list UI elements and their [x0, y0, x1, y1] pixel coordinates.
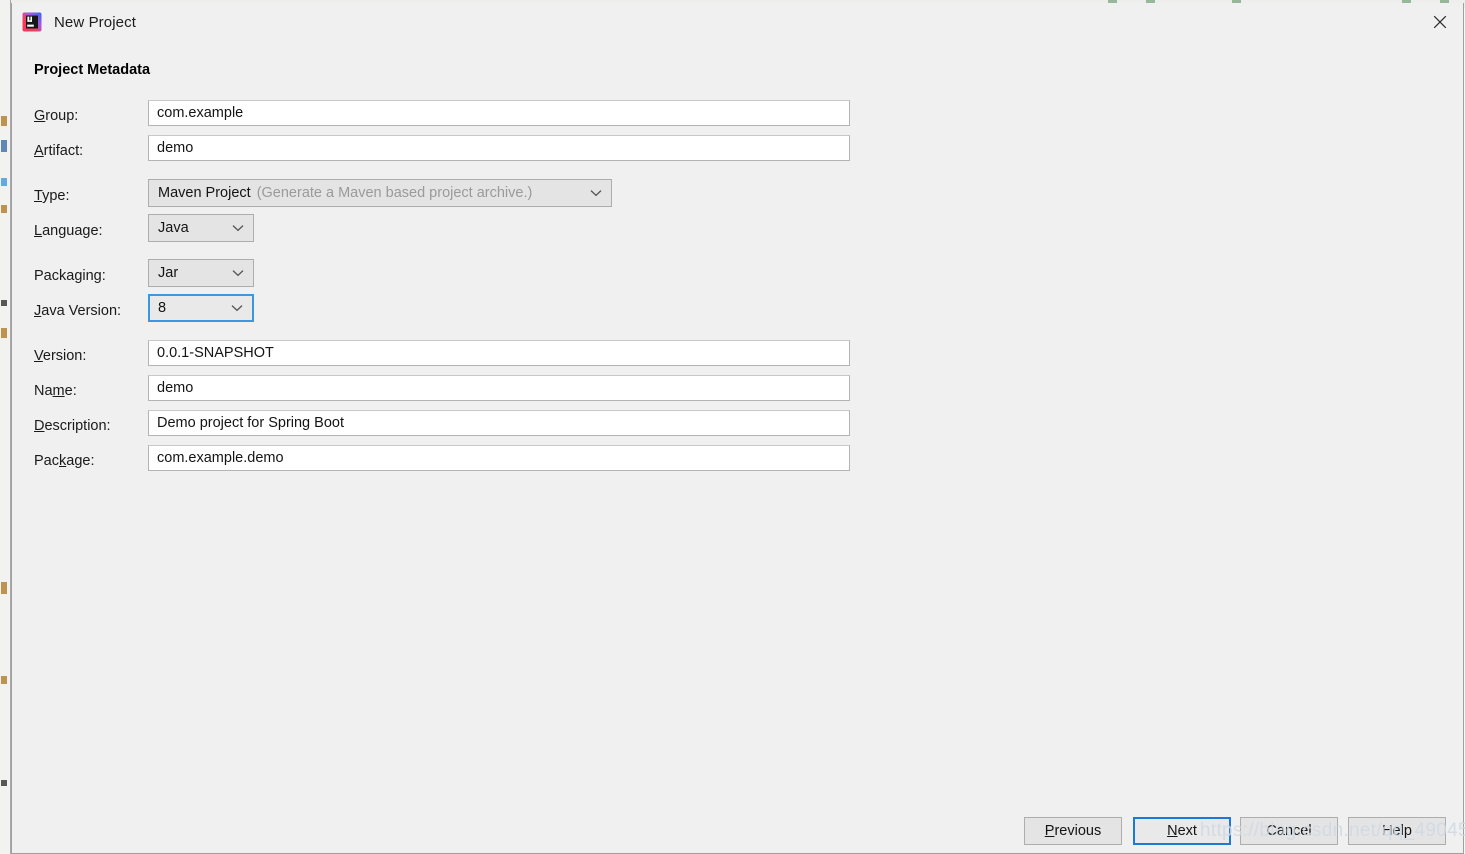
label-name: Name: — [34, 379, 77, 403]
close-icon[interactable] — [1417, 3, 1463, 41]
field-row-package: Package: — [12, 449, 1463, 473]
label-description: Description: — [34, 414, 111, 438]
field-row-packaging: Packaging: Jar — [12, 264, 1463, 288]
field-row-name: Name: — [12, 379, 1463, 403]
packaging-dropdown[interactable]: Jar — [148, 259, 254, 287]
field-row-artifact: Artifact: — [12, 139, 1463, 163]
label-artifact: Artifact: — [34, 139, 83, 163]
intellij-idea-logo-icon — [22, 12, 42, 32]
field-row-type: Type: Maven Project (Generate a Maven ba… — [12, 184, 1463, 208]
label-packaging: Packaging: — [34, 264, 106, 288]
dialog-title: New Project — [54, 14, 136, 31]
name-input[interactable] — [148, 375, 850, 401]
help-button[interactable]: Help — [1348, 817, 1446, 845]
dialog-content: Project Metadata Group: Artifact: Type: … — [12, 41, 1463, 811]
chevron-down-icon — [232, 219, 244, 237]
field-row-version: Version: — [12, 344, 1463, 368]
java-version-dropdown-value: 8 — [150, 300, 166, 316]
package-input[interactable] — [148, 445, 850, 471]
label-group: Group: — [34, 104, 78, 128]
background-left-rail — [0, 0, 11, 854]
label-package: Package: — [34, 449, 94, 473]
java-version-dropdown[interactable]: 8 — [148, 294, 254, 322]
chevron-down-icon — [232, 264, 244, 282]
next-button[interactable]: Next — [1133, 817, 1231, 845]
language-dropdown-value: Java — [149, 220, 189, 236]
field-row-language: Language: Java — [12, 219, 1463, 243]
type-dropdown-value: Maven Project — [149, 185, 251, 201]
field-row-description: Description: — [12, 414, 1463, 438]
label-java-version: Java Version: — [34, 299, 121, 323]
label-type: Type: — [34, 184, 69, 208]
previous-button[interactable]: Previous — [1024, 817, 1122, 845]
field-row-java-version: Java Version: 8 — [12, 299, 1463, 323]
packaging-dropdown-value: Jar — [149, 265, 178, 281]
new-project-dialog: New Project Project Metadata Group: Arti… — [11, 3, 1464, 854]
field-row-group: Group: — [12, 104, 1463, 128]
label-language: Language: — [34, 219, 103, 243]
type-dropdown[interactable]: Maven Project (Generate a Maven based pr… — [148, 179, 612, 207]
dialog-titlebar: New Project — [12, 3, 1463, 41]
language-dropdown[interactable]: Java — [148, 214, 254, 242]
page-title: Project Metadata — [34, 62, 150, 78]
version-input[interactable] — [148, 340, 850, 366]
chevron-down-icon — [590, 184, 602, 202]
chevron-down-icon — [231, 299, 243, 317]
type-dropdown-hint: (Generate a Maven based project archive.… — [251, 185, 533, 201]
group-input[interactable] — [148, 100, 850, 126]
cancel-button[interactable]: Cancel — [1240, 817, 1338, 845]
dialog-footer: Previous Next Cancel Help — [12, 809, 1463, 853]
description-input[interactable] — [148, 410, 850, 436]
artifact-input[interactable] — [148, 135, 850, 161]
label-version: Version: — [34, 344, 86, 368]
